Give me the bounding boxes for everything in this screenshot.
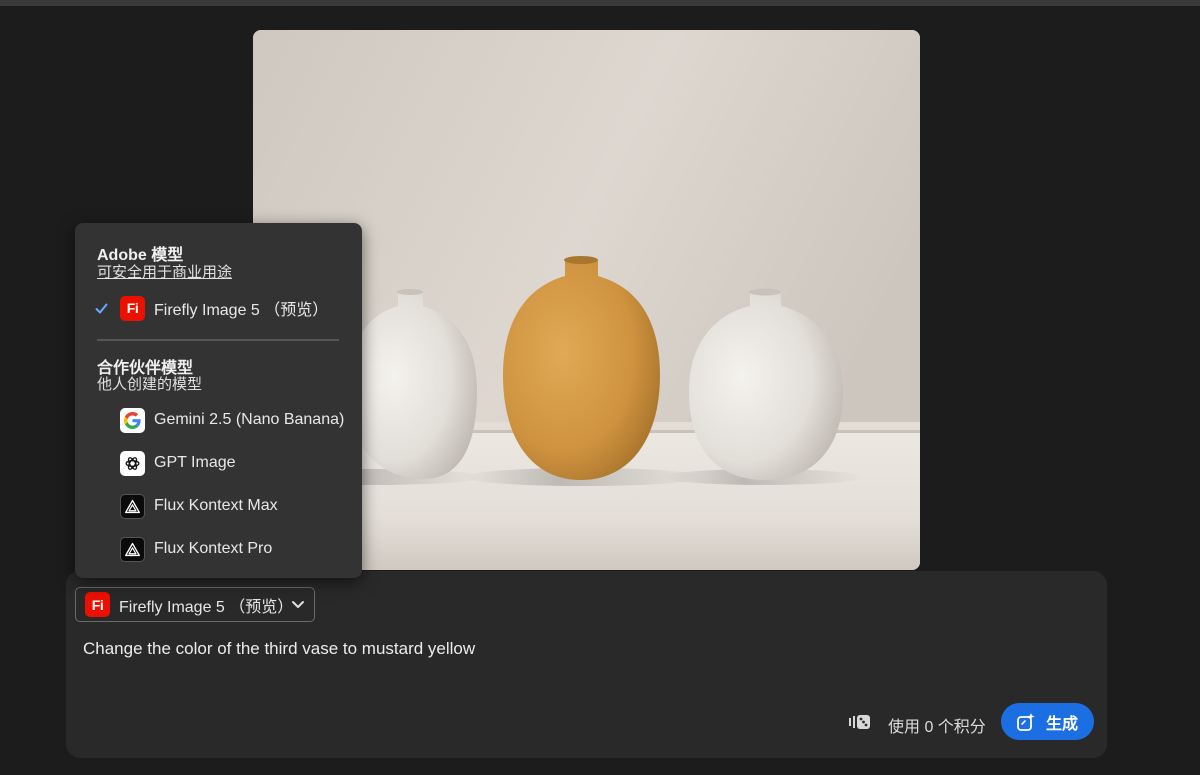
top-bar (0, 0, 1200, 6)
menu-item-label: Firefly Image 5 （预览） (154, 302, 329, 319)
dice-icon[interactable] (849, 712, 871, 732)
chevron-down-icon (292, 601, 304, 608)
firefly-logo-icon: Fi (120, 295, 145, 321)
model-menu: Adobe 模型 可安全用于商业用途 Fi Firefly Image 5 （预… (75, 223, 362, 578)
credits-text: 使用 0 个积分 (888, 719, 986, 736)
openai-icon (120, 450, 145, 476)
menu-item-label: Flux Kontext Pro (154, 540, 273, 557)
model-select-label: Firefly Image 5 （预览） (119, 598, 294, 616)
menu-item-label: GPT Image (154, 454, 236, 471)
menu-item-label: Gemini 2.5 (Nano Banana) (154, 411, 345, 428)
menu-item-flux-kontext-max[interactable]: Flux Kontext Max (95, 489, 345, 523)
firefly-logo-icon: Fi (85, 592, 110, 617)
menu-divider (97, 339, 339, 341)
google-g-icon (120, 407, 145, 433)
partner-models-subheading: 他人创建的模型 (97, 376, 203, 393)
menu-item-gpt-image[interactable]: GPT Image (95, 446, 345, 480)
check-icon (95, 291, 120, 325)
menu-item-flux-kontext-pro[interactable]: Flux Kontext Pro (95, 532, 345, 566)
generate-button[interactable]: 生成 (1001, 703, 1094, 740)
generate-sparkle-icon (1017, 712, 1035, 731)
commercial-safe-link[interactable]: 可安全用于商业用途 (97, 261, 232, 282)
menu-item-firefly-image-5[interactable]: Fi Firefly Image 5 （预览） (95, 291, 345, 325)
prompt-input[interactable]: Change the color of the third vase to mu… (83, 639, 983, 659)
flux-icon (120, 536, 145, 562)
flux-icon (120, 493, 145, 519)
generate-button-label: 生成 (1046, 715, 1079, 733)
menu-item-gemini[interactable]: Gemini 2.5 (Nano Banana) (95, 403, 345, 437)
model-select-dropdown[interactable]: Fi Firefly Image 5 （预览） (75, 587, 315, 622)
menu-item-label: Flux Kontext Max (154, 497, 278, 514)
prompt-panel: Fi Firefly Image 5 （预览） Change the color… (66, 571, 1107, 758)
